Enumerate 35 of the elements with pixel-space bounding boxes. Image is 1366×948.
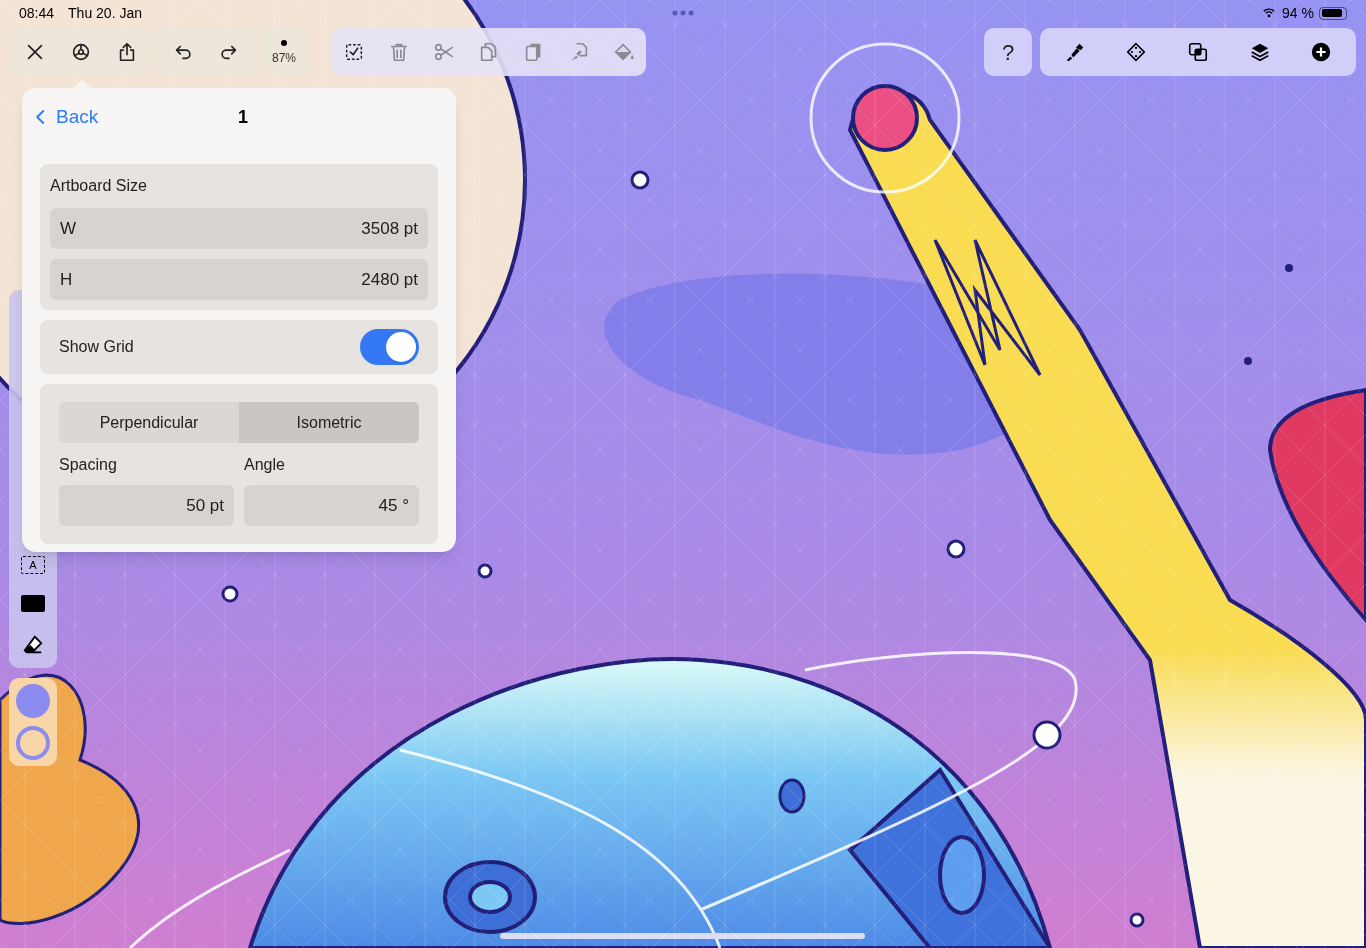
overlap-squares-icon bbox=[1187, 41, 1209, 63]
status-time: 08:44 bbox=[19, 3, 55, 23]
dimension-field[interactable]: H 2480 pt bbox=[50, 259, 428, 300]
panel-title: 1 bbox=[238, 105, 248, 129]
section-heading: Artboard Size bbox=[50, 176, 148, 196]
number-field[interactable]: 45 ° bbox=[244, 485, 419, 526]
back-button[interactable]: Back bbox=[32, 102, 99, 132]
multitasking-dots-icon bbox=[671, 9, 695, 17]
field-label: Angle bbox=[244, 455, 286, 475]
text-tool[interactable]: A bbox=[21, 556, 45, 574]
settings-icon bbox=[70, 41, 92, 63]
battery-icon bbox=[1319, 6, 1347, 20]
dimension-field[interactable]: W 3508 pt bbox=[50, 208, 428, 249]
battery-percentage: 94 % bbox=[1282, 3, 1314, 23]
fill-bucket-icon bbox=[612, 41, 635, 63]
cut-icon bbox=[433, 41, 456, 63]
toggle-label: Show Grid bbox=[59, 337, 134, 357]
show-grid-toggle[interactable] bbox=[360, 329, 419, 365]
field-value: 2480 pt bbox=[361, 268, 418, 291]
grid-type-segment[interactable]: Isometric bbox=[239, 402, 419, 443]
rectangle-icon bbox=[21, 594, 45, 612]
zoom-level: 87% bbox=[272, 49, 296, 67]
field-value: 3508 pt bbox=[361, 217, 418, 240]
help-button[interactable]: ? bbox=[984, 28, 1032, 76]
field-label: W bbox=[60, 217, 77, 240]
status-date: Thu 20. Jan bbox=[68, 3, 142, 23]
fill-color-swatch[interactable] bbox=[16, 684, 50, 718]
layers-icon bbox=[1248, 41, 1271, 63]
stroke-color-swatch[interactable] bbox=[16, 726, 50, 760]
field-label: Spacing bbox=[59, 455, 118, 475]
anchor-points-icon bbox=[1125, 41, 1148, 63]
field-label: H bbox=[60, 268, 73, 291]
add-icon bbox=[1310, 41, 1333, 63]
eraser-icon bbox=[22, 634, 44, 656]
number-field[interactable]: 50 pt bbox=[59, 485, 234, 526]
